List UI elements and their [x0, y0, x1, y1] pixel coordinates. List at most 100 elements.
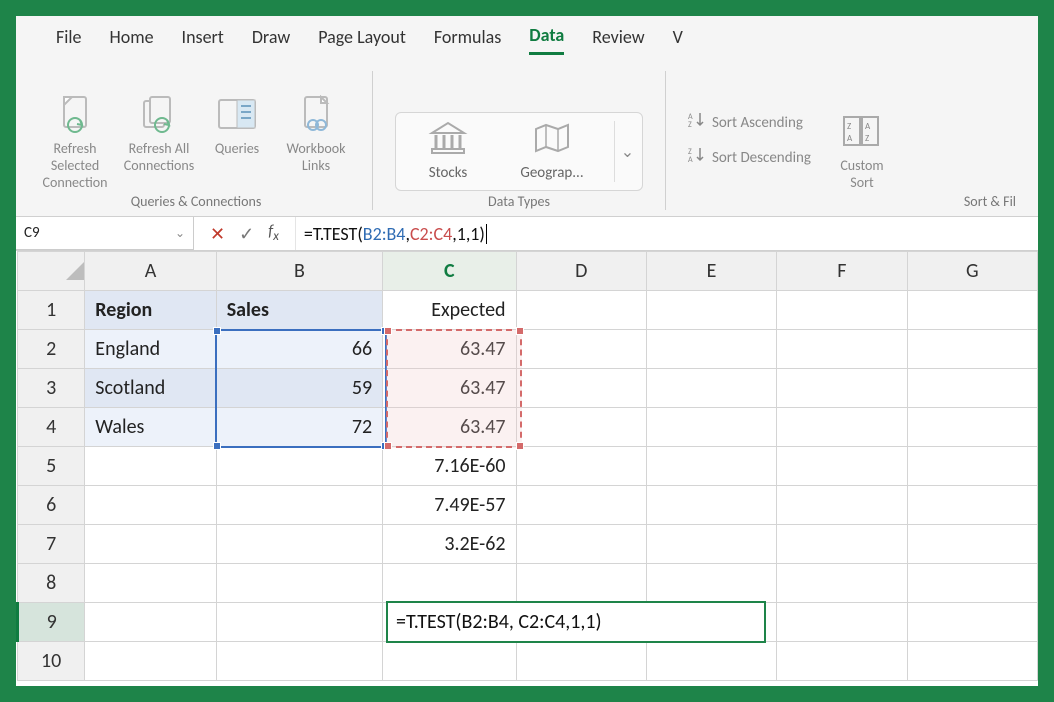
spreadsheet-grid[interactable]: A B C D E F G 1 Region Sales Expected 2 [16, 251, 1038, 686]
cell-D6[interactable] [516, 486, 646, 525]
workbook-links-button[interactable]: Workbook Links [276, 94, 356, 174]
cell-F4[interactable] [777, 408, 907, 447]
cell-F2[interactable] [777, 330, 907, 369]
name-box[interactable]: C9 ⌄ [16, 217, 194, 250]
cell-C6[interactable]: 7.49E-57 [383, 486, 516, 525]
cell-F10[interactable] [777, 642, 907, 681]
col-header-D[interactable]: D [516, 252, 646, 291]
col-header-A[interactable]: A [85, 252, 216, 291]
cell-A6[interactable] [85, 486, 216, 525]
cell-C3[interactable]: 63.47 [383, 369, 516, 408]
cell-E4[interactable] [646, 408, 776, 447]
cell-B7[interactable] [216, 525, 382, 564]
cell-G7[interactable] [907, 525, 1037, 564]
tab-data[interactable]: Data [529, 24, 564, 55]
cell-G2[interactable] [907, 330, 1037, 369]
tab-view-partial[interactable]: V [673, 26, 683, 54]
cell-G8[interactable] [907, 564, 1037, 603]
cell-G4[interactable] [907, 408, 1037, 447]
col-header-C[interactable]: C [383, 252, 516, 291]
cell-E1[interactable] [646, 291, 776, 330]
cell-E8[interactable] [646, 564, 776, 603]
sort-ascending-button[interactable]: AZ Sort Ascending [688, 111, 811, 134]
cell-B9[interactable] [216, 603, 382, 642]
cell-D8[interactable] [516, 564, 646, 603]
cell-E7[interactable] [646, 525, 776, 564]
row-header-10[interactable]: 10 [18, 642, 85, 681]
row-header-7[interactable]: 7 [18, 525, 85, 564]
refresh-selected-connection-button[interactable]: Refresh Selected Connection [36, 94, 114, 191]
queries-button[interactable]: Queries [204, 94, 270, 157]
cell-C5[interactable]: 7.16E-60 [383, 447, 516, 486]
cell-G3[interactable] [907, 369, 1037, 408]
cell-A3[interactable]: Scotland [85, 369, 216, 408]
row-header-3[interactable]: 3 [18, 369, 85, 408]
cell-C2[interactable]: 63.47 [383, 330, 516, 369]
cell-A8[interactable] [85, 564, 216, 603]
cell-F6[interactable] [777, 486, 907, 525]
select-all-corner[interactable] [18, 252, 85, 291]
cell-F5[interactable] [777, 447, 907, 486]
cell-edit-overlay[interactable]: =T.TEST(B2:B4, C2:C4,1,1) [386, 601, 766, 643]
enter-icon[interactable]: ✓ [239, 223, 254, 245]
cell-A4[interactable]: Wales [85, 408, 216, 447]
cell-F1[interactable] [777, 291, 907, 330]
cell-C8[interactable] [383, 564, 516, 603]
cell-E10[interactable] [646, 642, 776, 681]
geography-type-button[interactable]: Geograp... [510, 121, 594, 182]
cell-A10[interactable] [85, 642, 216, 681]
row-header-2[interactable]: 2 [18, 330, 85, 369]
cell-A7[interactable] [85, 525, 216, 564]
tab-home[interactable]: Home [110, 26, 154, 54]
cancel-icon[interactable]: ✕ [210, 223, 225, 245]
cell-E6[interactable] [646, 486, 776, 525]
cell-C7[interactable]: 3.2E-62 [383, 525, 516, 564]
cell-B10[interactable] [216, 642, 382, 681]
cell-C10[interactable] [383, 642, 516, 681]
cell-E3[interactable] [646, 369, 776, 408]
cell-D10[interactable] [516, 642, 646, 681]
col-header-F[interactable]: F [777, 252, 907, 291]
cell-A5[interactable] [85, 447, 216, 486]
cell-B2[interactable]: 66 [216, 330, 382, 369]
cell-D1[interactable] [516, 291, 646, 330]
sort-descending-button[interactable]: ZA Sort Descending [688, 146, 811, 169]
tab-file[interactable]: File [56, 26, 82, 54]
cell-B1[interactable]: Sales [216, 291, 382, 330]
cell-D3[interactable] [516, 369, 646, 408]
row-header-8[interactable]: 8 [18, 564, 85, 603]
tab-draw[interactable]: Draw [252, 26, 290, 54]
cell-D2[interactable] [516, 330, 646, 369]
cell-B8[interactable] [216, 564, 382, 603]
cell-B4[interactable]: 72 [216, 408, 382, 447]
row-header-6[interactable]: 6 [18, 486, 85, 525]
refresh-all-connections-button[interactable]: Refresh All Connections [120, 94, 198, 174]
data-types-dropdown[interactable]: ⌄ [614, 121, 632, 182]
chevron-down-icon[interactable]: ⌄ [175, 226, 185, 241]
cell-C4[interactable]: 63.47 [383, 408, 516, 447]
tab-insert[interactable]: Insert [182, 26, 224, 54]
cell-A9[interactable] [85, 603, 216, 642]
cell-D7[interactable] [516, 525, 646, 564]
cell-B6[interactable] [216, 486, 382, 525]
cell-F8[interactable] [777, 564, 907, 603]
row-header-5[interactable]: 5 [18, 447, 85, 486]
cell-G10[interactable] [907, 642, 1037, 681]
formula-bar[interactable]: =T.TEST(B2:B4, C2:C4,1,1) [295, 217, 1038, 250]
stocks-type-button[interactable]: Stocks [406, 121, 490, 182]
cell-F9[interactable] [777, 603, 907, 642]
row-header-4[interactable]: 4 [18, 408, 85, 447]
tab-formulas[interactable]: Formulas [434, 26, 501, 54]
cell-D5[interactable] [516, 447, 646, 486]
cell-G5[interactable] [907, 447, 1037, 486]
row-header-1[interactable]: 1 [18, 291, 85, 330]
cell-B3[interactable]: 59 [216, 369, 382, 408]
cell-D4[interactable] [516, 408, 646, 447]
cell-F3[interactable] [777, 369, 907, 408]
cell-A1[interactable]: Region [85, 291, 216, 330]
cell-B5[interactable] [216, 447, 382, 486]
col-header-G[interactable]: G [907, 252, 1037, 291]
fx-icon[interactable]: fx [268, 222, 279, 244]
cell-E2[interactable] [646, 330, 776, 369]
col-header-B[interactable]: B [216, 252, 382, 291]
